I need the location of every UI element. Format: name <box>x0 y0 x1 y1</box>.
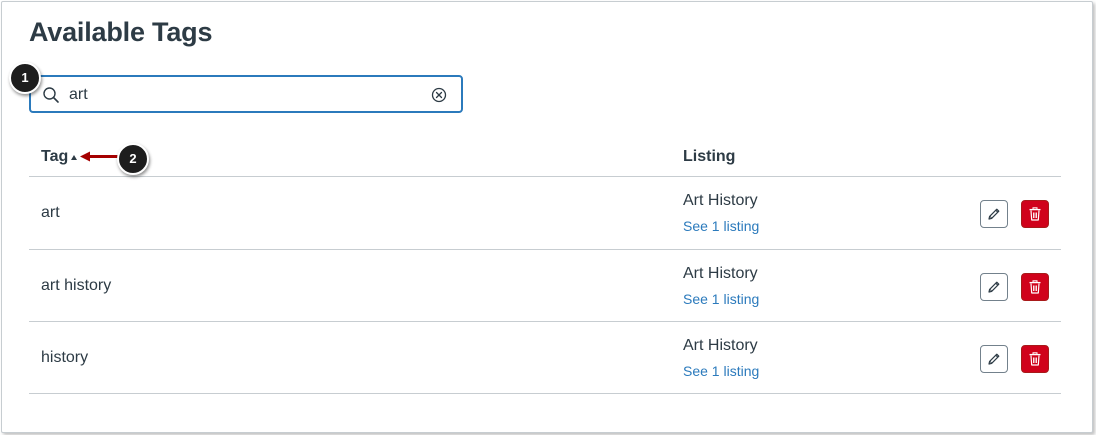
see-listing-link[interactable]: See 1 listing <box>683 291 759 307</box>
edit-button[interactable] <box>980 273 1008 301</box>
trash-icon <box>1029 207 1041 221</box>
table-row: history Art History See 1 listing <box>29 322 1061 394</box>
listing-title: Art History <box>683 192 758 209</box>
tag-name: history <box>41 349 89 366</box>
table-row: art Art History See 1 listing <box>29 177 1061 249</box>
pencil-icon <box>988 353 1000 365</box>
tag-name: art history <box>41 277 112 294</box>
delete-button[interactable] <box>1021 200 1049 228</box>
callout-badge: 2 <box>117 143 149 175</box>
tags-panel: Available Tags Tag Listing art Art Histo… <box>1 1 1093 433</box>
listing-title: Art History <box>683 337 758 354</box>
table-row: art history Art History See 1 listing <box>29 250 1061 322</box>
delete-button[interactable] <box>1021 345 1049 373</box>
column-header-tag-label: Tag <box>41 148 69 165</box>
callout-badge: 1 <box>9 62 41 94</box>
listing-title: Art History <box>683 265 758 282</box>
search-icon <box>43 87 59 103</box>
search-box[interactable] <box>29 75 463 113</box>
trash-icon <box>1029 352 1041 366</box>
see-listing-link[interactable]: See 1 listing <box>683 218 759 234</box>
edit-button[interactable] <box>980 345 1008 373</box>
pencil-icon <box>988 208 1000 220</box>
column-header-tag[interactable]: Tag <box>41 148 68 166</box>
page-title: Available Tags <box>29 17 213 47</box>
see-listing-link[interactable]: See 1 listing <box>683 363 759 379</box>
pencil-icon <box>988 281 1000 293</box>
column-header-listing: Listing <box>683 148 736 165</box>
search-input[interactable] <box>69 83 409 107</box>
clear-icon[interactable] <box>431 87 447 103</box>
trash-icon <box>1029 280 1041 294</box>
divider <box>29 393 1061 394</box>
edit-button[interactable] <box>980 200 1008 228</box>
delete-button[interactable] <box>1021 273 1049 301</box>
tag-name: art <box>41 204 60 221</box>
